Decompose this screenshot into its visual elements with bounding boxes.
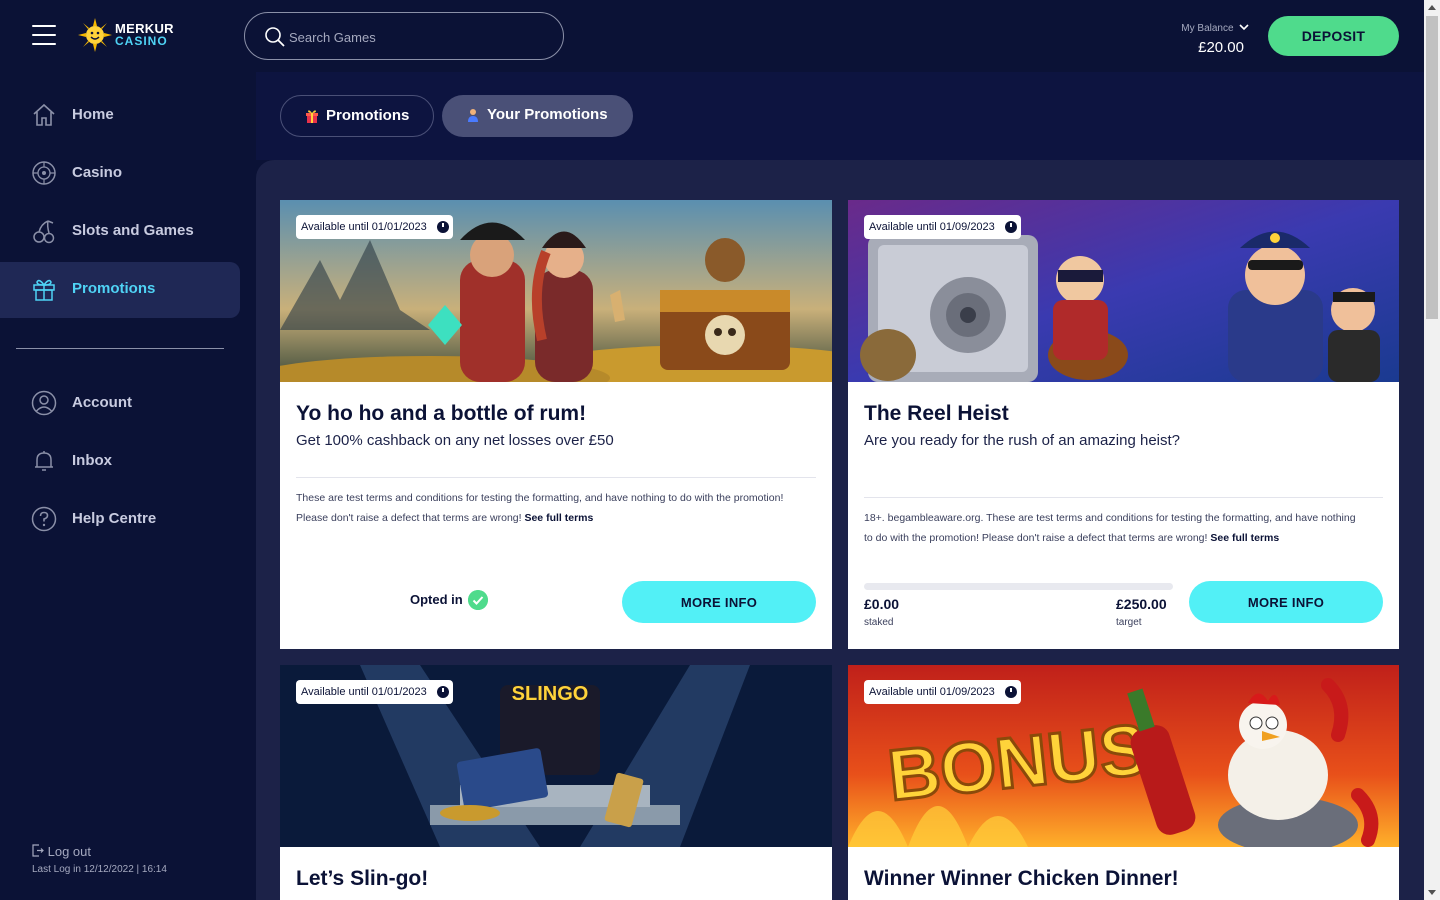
sidebar-item-label: Promotions [72,280,156,297]
clock-icon [436,686,449,698]
sidebar-item-account[interactable]: Account [0,376,240,432]
opted-in-status: Opted in [410,590,488,610]
top-header: MERKUR CASINO My Balance £20.00 DEPOSIT [0,0,1424,72]
search-icon [265,27,285,47]
availability-text: Available until 01/09/2023 [869,221,995,233]
staked-value: £0.00 [864,596,900,612]
promotions-grid: Available until 01/01/2023 Yo ho ho and … [256,160,1424,900]
search-box[interactable] [244,12,564,60]
terms-text: 18+. begambleaware.org. These are test t… [864,512,1356,544]
tab-label: Promotions [326,107,410,124]
tab-your-promotions[interactable]: Your Promotions [442,95,633,137]
promotion-title: The Reel Heist [864,402,1009,425]
clock-icon [1004,221,1017,233]
merkur-casino-logo[interactable]: MERKUR CASINO [78,18,178,54]
chicken-bonus-banner-image: BONUS Available until 01/09/2023 [848,665,1399,847]
promotion-card: SLINGO Available until 01/01/2023 Let’s … [280,665,832,900]
sidebar-item-label: Inbox [72,452,112,469]
promotion-tabs-bar: Promotions Your Promotions [256,72,1424,160]
clock-icon [436,221,449,233]
availability-badge: Available until 01/09/2023 [864,215,1021,239]
logo-text-casino: CASINO [115,34,168,48]
logout-icon [32,844,44,857]
sidebar-item-help[interactable]: Help Centre [0,492,240,548]
see-full-terms-link[interactable]: See full terms [1210,532,1279,544]
sidebar: Home Casino Slots and Games Promotions A… [0,72,256,900]
promotion-terms: These are test terms and conditions for … [296,488,816,528]
sidebar-item-promotions[interactable]: Promotions [0,262,240,318]
availability-badge: Available until 01/01/2023 [296,680,453,704]
sun-logo-icon [78,18,112,52]
last-login-text: Last Log in 12/12/2022 | 16:14 [32,864,167,875]
promotion-title: Yo ho ho and a bottle of rum! [296,402,587,425]
gift-icon [33,279,55,301]
sidebar-divider [16,348,224,349]
scrollbar-thumb[interactable] [1426,16,1438,319]
sidebar-item-casino[interactable]: Casino [0,146,240,202]
target-value: £250.00 [1116,596,1167,612]
availability-text: Available until 01/09/2023 [869,686,995,698]
search-input[interactable] [289,26,549,48]
deposit-button[interactable]: DEPOSIT [1268,16,1399,56]
sidebar-item-label: Casino [72,164,123,181]
help-icon [31,506,57,532]
promotion-terms: 18+. begambleaware.org. These are test t… [864,508,1364,548]
page-scrollbar[interactable] [1424,0,1440,900]
opted-in-label: Opted in [410,592,463,607]
promotion-subtitle: Are you ready for the rush of an amazing… [864,432,1181,449]
balance-amount: £20.00 [1198,39,1244,56]
sidebar-item-home[interactable]: Home [0,88,240,144]
availability-badge: Available until 01/09/2023 [864,680,1021,704]
availability-text: Available until 01/01/2023 [301,221,427,233]
home-icon [33,103,55,126]
promotion-title: Winner Winner Chicken Dinner! [864,867,1179,890]
card-divider [296,477,816,478]
more-info-button[interactable]: MORE INFO [622,581,816,623]
sidebar-item-label: Help Centre [72,510,157,527]
wagering-progress-bar [864,583,1173,590]
gift-icon [306,110,318,123]
menu-icon[interactable] [32,25,56,45]
tab-promotions[interactable]: Promotions [280,95,434,137]
balance-widget[interactable]: My Balance £20.00 [1150,18,1250,56]
availability-badge: Available until 01/01/2023 [296,215,453,239]
tab-label: Your Promotions [487,106,608,123]
cherries-icon [33,220,55,244]
target-label: target [1116,617,1142,628]
sidebar-item-label: Slots and Games [72,222,194,239]
chevron-down-icon[interactable] [1238,22,1250,32]
user-icon [31,390,57,416]
staked-label: staked [864,617,894,628]
slingo-banner-image: SLINGO Available until 01/01/2023 [280,665,832,847]
scroll-down-icon[interactable] [1428,890,1436,895]
person-icon [468,109,478,122]
sidebar-item-label: Home [72,106,114,123]
sidebar-item-inbox[interactable]: Inbox [0,434,240,490]
logout-label: Log out [47,844,91,859]
card-divider [864,497,1383,498]
slingo-logo-art: SLINGO [512,683,589,705]
clock-icon [1004,686,1017,698]
promotion-card: BONUS Available until 01/09/2023 Winner … [848,665,1399,900]
promotion-subtitle: Get 100% cashback on any net losses over… [296,432,614,449]
roulette-icon [32,161,56,185]
scroll-up-icon[interactable] [1428,5,1436,10]
heist-banner-image: Available until 01/09/2023 [848,200,1399,382]
check-circle-icon [468,590,488,610]
bell-icon [35,451,53,471]
availability-text: Available until 01/01/2023 [301,686,427,698]
pirate-banner-image: Available until 01/01/2023 [280,200,832,382]
logout-link[interactable]: Log out [32,844,91,859]
more-info-button[interactable]: MORE INFO [1189,581,1383,623]
promotion-card: Available until 01/01/2023 Yo ho ho and … [280,200,832,649]
sidebar-item-slots[interactable]: Slots and Games [0,204,240,260]
see-full-terms-link[interactable]: See full terms [524,512,593,524]
promotion-title: Let’s Slin-go! [296,867,429,890]
promotion-card: Available until 01/09/2023 The Reel Heis… [848,200,1399,649]
sidebar-item-label: Account [72,394,132,411]
balance-label: My Balance [1181,23,1234,34]
